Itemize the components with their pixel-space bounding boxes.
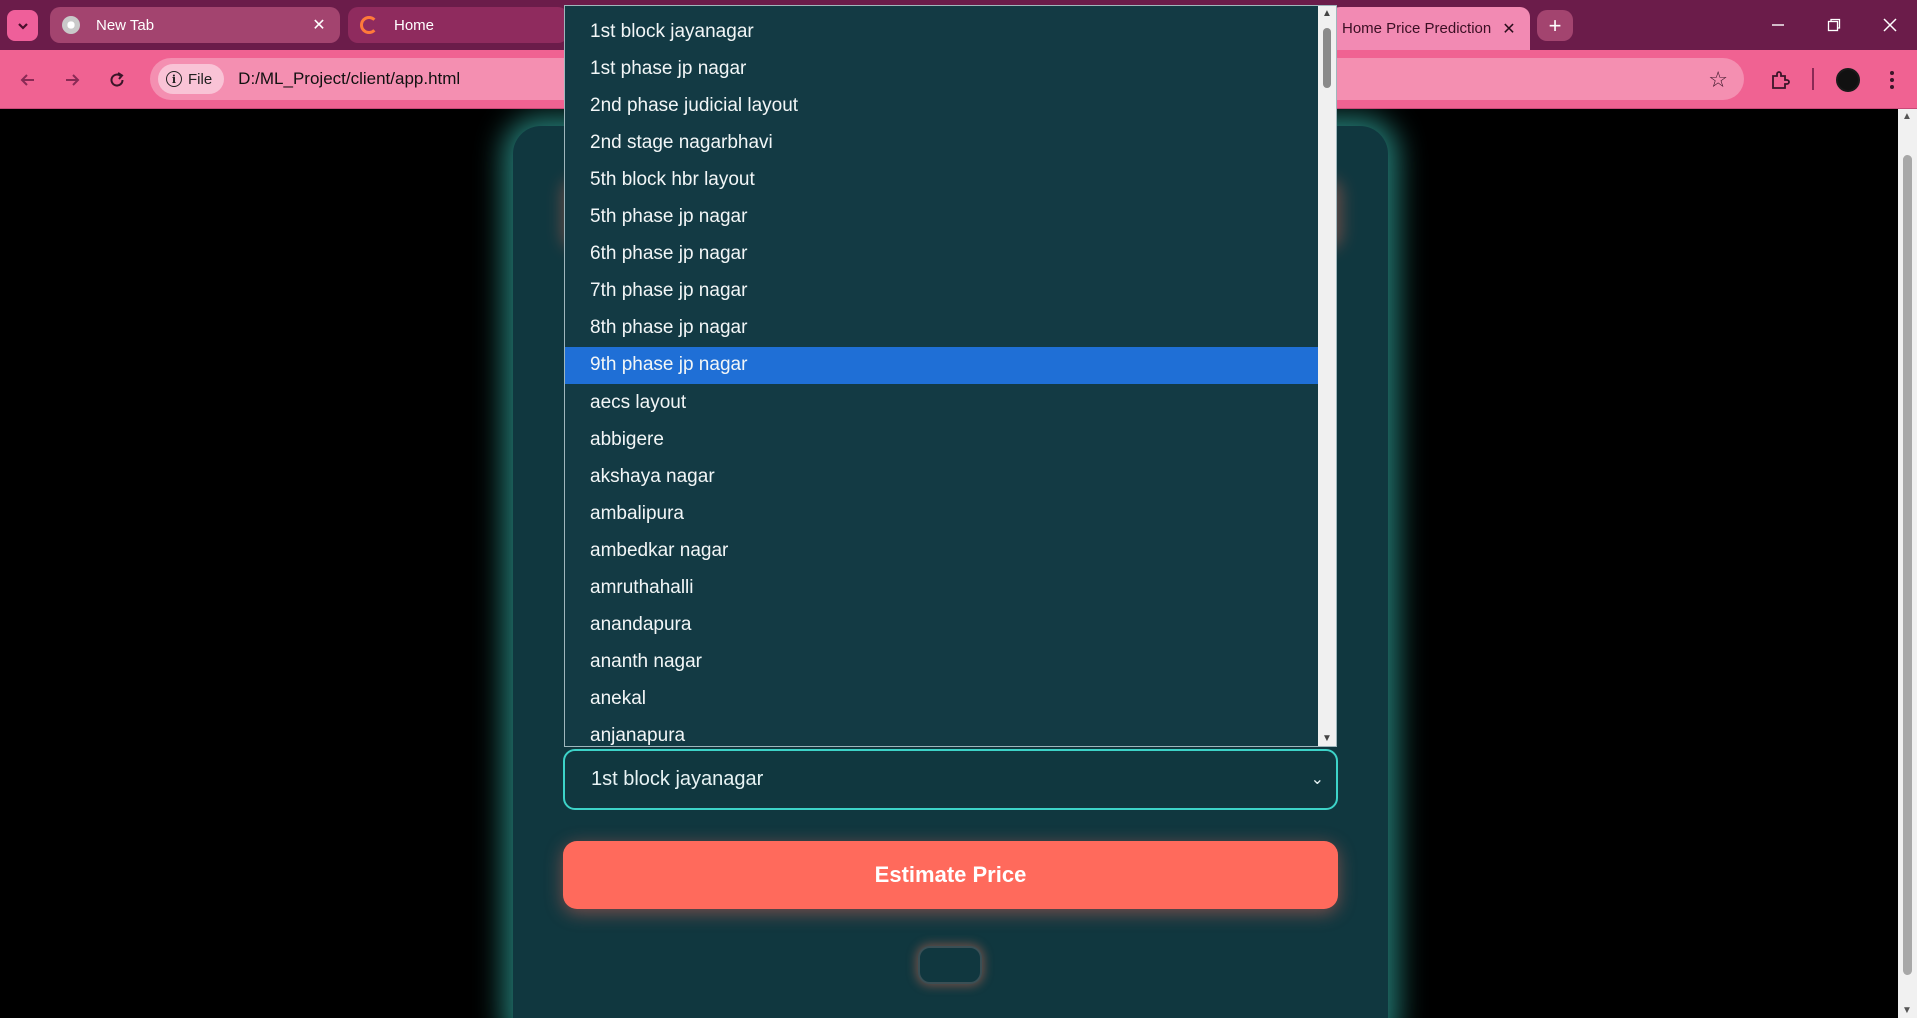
page-scrollbar[interactable]: ▲ ▼: [1898, 109, 1917, 1018]
arrow-left-icon: [20, 74, 34, 86]
close-window-button[interactable]: [1862, 0, 1917, 50]
dropdown-option[interactable]: abbigere: [565, 421, 1319, 458]
dropdown-option[interactable]: 2nd stage nagarbhavi: [565, 124, 1319, 161]
dropdown-scroll-thumb[interactable]: [1323, 28, 1331, 88]
dropdown-option[interactable]: ambalipura: [565, 495, 1319, 532]
tab-home-price-prediction[interactable]: Home Price Prediction ✕: [1330, 7, 1530, 50]
dropdown-option[interactable]: amruthahalli: [565, 570, 1319, 607]
dropdown-option[interactable]: 5th phase jp nagar: [565, 199, 1319, 236]
dropdown-option[interactable]: 6th phase jp nagar: [565, 236, 1319, 273]
restore-button[interactable]: [1806, 0, 1862, 50]
dropdown-option[interactable]: ananth nagar: [565, 644, 1319, 681]
restore-icon: [1827, 18, 1841, 32]
forward-button[interactable]: [56, 64, 88, 96]
scroll-down-icon[interactable]: ▼: [1902, 1005, 1912, 1016]
close-icon[interactable]: ✕: [1500, 20, 1518, 38]
price-result: [918, 946, 982, 984]
extensions-button[interactable]: [1762, 62, 1798, 98]
puzzle-icon: [1772, 71, 1790, 89]
scroll-up-icon[interactable]: ▲: [1322, 8, 1332, 19]
site-info-chip[interactable]: i File: [158, 64, 225, 94]
arrow-right-icon: [66, 74, 80, 86]
dropdown-option[interactable]: 2nd phase judicial layout: [565, 87, 1319, 124]
dropdown-option[interactable]: anandapura: [565, 607, 1319, 644]
tab-title: Home: [394, 16, 435, 34]
chevron-down-icon: [17, 22, 28, 30]
toolbar-divider: [1812, 68, 1814, 90]
dropdown-option[interactable]: 9th phase jp nagar: [565, 346, 1319, 384]
close-icon[interactable]: ✕: [310, 16, 328, 34]
url-text[interactable]: D:/ML_Project/client/app.html: [238, 69, 460, 89]
scroll-down-icon[interactable]: ▼: [1322, 733, 1332, 744]
profile-button[interactable]: [1830, 62, 1866, 98]
dropdown-option[interactable]: aecs layout: [565, 384, 1319, 421]
location-select-value: 1st block jayanagar: [591, 768, 764, 790]
chevron-down-icon: ⌄: [1310, 771, 1324, 788]
dropdown-scrollbar[interactable]: ▲ ▼: [1318, 6, 1336, 746]
loading-icon: [360, 16, 378, 34]
minimize-icon: [1772, 24, 1784, 26]
dropdown-option[interactable]: 8th phase jp nagar: [565, 310, 1319, 347]
dropdown-option[interactable]: akshaya nagar: [565, 458, 1319, 495]
page-scroll-thumb[interactable]: [1903, 155, 1912, 975]
menu-button[interactable]: [1874, 62, 1910, 98]
dropdown-option[interactable]: 1st phase jp nagar: [565, 50, 1319, 87]
estimate-price-button[interactable]: Estimate Price: [563, 841, 1338, 909]
tab-home[interactable]: Home: [348, 7, 568, 43]
tab-title: New Tab: [96, 16, 155, 34]
minimize-button[interactable]: [1750, 0, 1806, 50]
dropdown-option[interactable]: 1st block jayanagar: [565, 13, 1319, 50]
chrome-icon: [62, 16, 80, 34]
more-vert-icon: [1890, 71, 1894, 89]
tab-new-tab[interactable]: New Tab ✕: [50, 7, 340, 43]
reload-icon: [110, 72, 124, 87]
new-tab-button[interactable]: +: [1537, 10, 1573, 41]
scroll-up-icon[interactable]: ▲: [1902, 111, 1912, 122]
star-icon[interactable]: ☆: [1708, 67, 1728, 93]
avatar: [1836, 68, 1860, 92]
dropdown-option[interactable]: ambedkar nagar: [565, 532, 1319, 569]
dropdown-option[interactable]: anjanapura: [565, 718, 1319, 746]
dropdown-option[interactable]: anekal: [565, 681, 1319, 718]
tab-title: Home Price Prediction: [1342, 20, 1492, 37]
dropdown-option[interactable]: 5th block hbr layout: [565, 161, 1319, 198]
location-select[interactable]: 1st block jayanagar ⌄: [563, 749, 1338, 810]
reload-button[interactable]: [101, 64, 133, 96]
info-icon: i: [166, 71, 182, 87]
site-info-label: File: [188, 70, 213, 88]
tab-search-button[interactable]: [7, 10, 38, 41]
location-dropdown-list: 1st block jayanagar 1st phase jp nagar 2nd…: [564, 5, 1337, 747]
back-button[interactable]: [12, 64, 44, 96]
dropdown-option[interactable]: 7th phase jp nagar: [565, 273, 1319, 310]
close-icon: [1883, 18, 1897, 32]
